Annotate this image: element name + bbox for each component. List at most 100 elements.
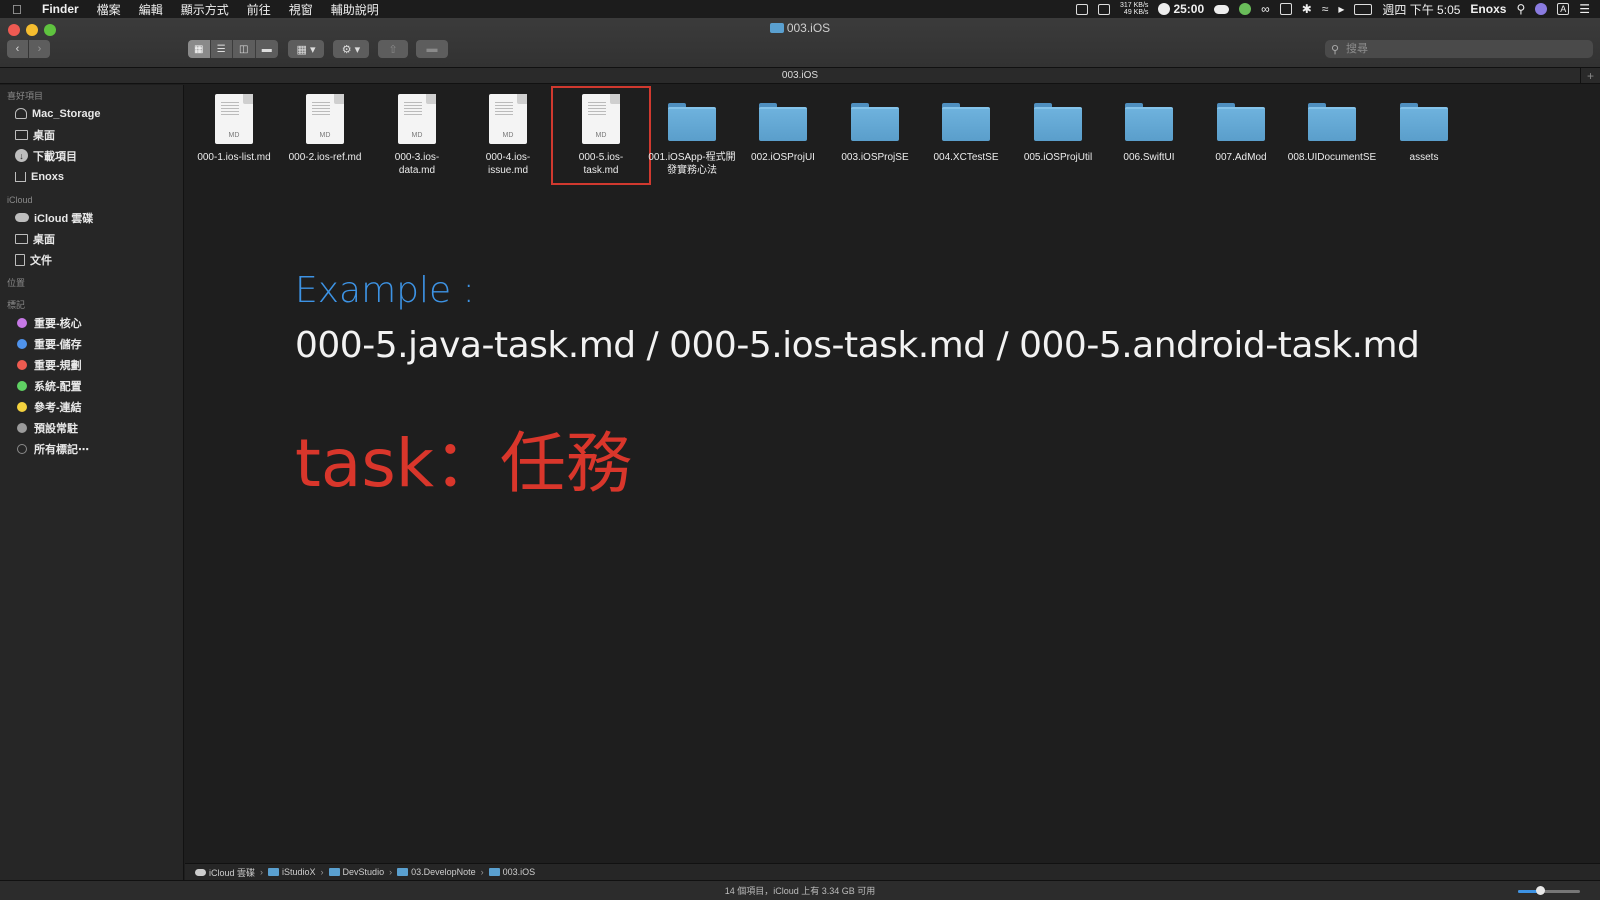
folder-icon	[1125, 103, 1173, 141]
sidebar-section-locations[interactable]: 位置	[0, 276, 183, 290]
folder-item[interactable]: 002.iOSProjUI	[738, 91, 828, 183]
sidebar-item-mac-storage[interactable]: Mac_Storage	[0, 103, 183, 124]
folder-name: 007.AdMod	[1215, 152, 1267, 163]
display-icon[interactable]	[1279, 3, 1292, 15]
back-button[interactable]: ‹	[7, 40, 28, 58]
sidebar-tag-reference[interactable]: 參考-連結	[0, 396, 183, 417]
tag-color-dot	[17, 443, 27, 454]
sidebar-item-icloud-drive[interactable]: iCloud 雲碟	[0, 207, 183, 228]
file-type-label: MD	[502, 132, 514, 139]
column-view-button[interactable]: ◫	[233, 40, 256, 58]
gallery-view-button[interactable]: ▬	[255, 40, 278, 58]
grid-icon: ▦	[194, 43, 204, 55]
action-menu-button[interactable]: ⚙ ▾	[333, 40, 369, 58]
network-speed[interactable]: 317 KB/s 49 KB/s	[1120, 2, 1148, 16]
annotation-example-files: 000-5.java-task.md / 000-5.ios-task.md /…	[295, 325, 1420, 366]
markdown-file-icon: MD	[582, 94, 620, 144]
sidebar-item-desktop[interactable]: 桌面	[0, 124, 183, 145]
clock[interactable]: 週四 下午 5:05	[1382, 1, 1460, 18]
file-item[interactable]: MD 000-4.ios-issue.md	[463, 91, 553, 183]
sidebar-item-icloud-desktop[interactable]: 桌面	[0, 228, 183, 249]
menu-file[interactable]: 檔案	[97, 1, 121, 18]
sidebar-tag-config[interactable]: 系統-配置	[0, 375, 183, 396]
chevron-left-icon: ‹	[15, 43, 20, 55]
sidebar-item-documents[interactable]: 文件	[0, 249, 183, 270]
sidebar-tag-default[interactable]: 預設常駐	[0, 417, 183, 438]
battery-icon[interactable]	[1354, 3, 1373, 15]
folder-name: 005.iOSProjUtil	[1023, 152, 1093, 163]
sidebar-tag-core[interactable]: 重要-核心	[0, 312, 183, 333]
path-bar: iCloud 雲碟 › iStudioX › DevStudio › 03.De…	[185, 863, 1600, 880]
menu-edit[interactable]: 編輯	[139, 1, 163, 18]
breadcrumb-item[interactable]: DevStudio	[328, 867, 384, 877]
folder-item[interactable]: 007.AdMod	[1196, 91, 1286, 183]
notification-center-icon[interactable]: ☰	[1579, 2, 1590, 16]
user-name[interactable]: Enoxs	[1470, 2, 1506, 16]
breadcrumb-item[interactable]: iStudioX	[268, 867, 316, 877]
file-item-selected[interactable]: MD 000-5.ios-task.md	[551, 86, 651, 185]
icon-view-button[interactable]: ▦	[188, 40, 211, 58]
folder-item[interactable]: 001.iOSApp-程式開發實務心法	[647, 91, 737, 183]
search-input[interactable]	[1346, 41, 1586, 57]
group-by-button[interactable]: ▦ ▾	[288, 40, 324, 58]
sidebar-tag-all[interactable]: 所有標記⋯	[0, 438, 183, 459]
menu-help[interactable]: 輔助說明	[331, 1, 379, 18]
folder-item[interactable]: 004.XCTestSE	[921, 91, 1011, 183]
folder-name: 006.SwiftUI	[1123, 152, 1175, 163]
drive-icon	[15, 108, 27, 119]
cloud-upload-icon[interactable]	[1214, 4, 1230, 14]
breadcrumb-item[interactable]: iCloud 雲碟	[195, 866, 255, 879]
tab-current-folder[interactable]: 003.iOS	[782, 70, 818, 81]
glasses-icon[interactable]: ∞	[1261, 2, 1270, 16]
menu-app-finder[interactable]: Finder	[42, 2, 79, 16]
folder-item[interactable]: 005.iOSProjUtil	[1013, 91, 1103, 183]
sidebar-tag-storage[interactable]: 重要-儲存	[0, 333, 183, 354]
bluetooth-icon[interactable]: ✱	[1302, 2, 1312, 16]
home-icon	[15, 171, 26, 182]
sidebar-item-downloads[interactable]: ↓ 下載項目	[0, 145, 183, 166]
wifi-icon[interactable]: ≈	[1322, 2, 1329, 16]
tag-color-dot	[17, 380, 27, 391]
line-app-icon[interactable]	[1239, 3, 1252, 15]
download-icon: ↓	[15, 149, 28, 162]
edit-tags-button[interactable]: ▬	[416, 40, 448, 58]
folder-item[interactable]: 008.UIDocumentSE	[1287, 91, 1377, 183]
slider-knob[interactable]	[1535, 886, 1545, 895]
icon-size-slider[interactable]	[1518, 886, 1580, 895]
menu-view[interactable]: 顯示方式	[181, 1, 229, 18]
folder-item[interactable]: 006.SwiftUI	[1104, 91, 1194, 183]
gallery-icon: ▬	[261, 43, 272, 55]
share-button[interactable]: ⇧	[378, 40, 408, 58]
menu-window[interactable]: 視窗	[289, 1, 313, 18]
spotlight-search-icon[interactable]: ⚲	[1516, 2, 1525, 16]
cpu-monitor-icon[interactable]	[1076, 3, 1089, 15]
list-view-button[interactable]: ☰	[210, 40, 233, 58]
forward-button[interactable]: ›	[29, 40, 50, 58]
input-source-icon[interactable]: A	[1557, 3, 1570, 15]
sidebar-section-tags[interactable]: 標記	[0, 298, 183, 312]
file-type-label: MD	[319, 132, 331, 139]
breadcrumb-item[interactable]: 003.iOS	[488, 867, 536, 877]
sidebar-item-label: 所有標記⋯	[34, 443, 89, 456]
siri-icon[interactable]	[1535, 3, 1548, 15]
file-item[interactable]: MD 000-1.ios-list.md	[189, 91, 279, 183]
folder-icon	[942, 103, 990, 141]
folder-icon	[268, 868, 280, 876]
sidebar-item-label: 參考-連結	[34, 401, 82, 414]
new-tab-button[interactable]: +	[1580, 68, 1600, 84]
folder-icon	[397, 868, 409, 876]
menu-go[interactable]: 前往	[247, 1, 271, 18]
memory-monitor-icon[interactable]	[1098, 3, 1111, 15]
folder-item[interactable]: assets	[1379, 91, 1469, 183]
apple-menu-icon[interactable]: 	[12, 2, 34, 17]
file-item[interactable]: MD 000-2.ios-ref.md	[280, 91, 370, 183]
volume-icon[interactable]: ▸	[1338, 2, 1344, 16]
sidebar-item-home[interactable]: Enoxs	[0, 166, 183, 187]
file-item[interactable]: MD 000-3.ios-data.md	[372, 91, 462, 183]
breadcrumb-item[interactable]: 03.DevelopNote	[397, 867, 476, 877]
folder-item[interactable]: 003.iOSProjSE	[830, 91, 920, 183]
folder-icon	[488, 868, 500, 876]
sidebar-tag-planning[interactable]: 重要-規劃	[0, 354, 183, 375]
breadcrumb-label: 003.iOS	[502, 867, 536, 877]
pomodoro-timer[interactable]: 25:00	[1158, 2, 1204, 16]
